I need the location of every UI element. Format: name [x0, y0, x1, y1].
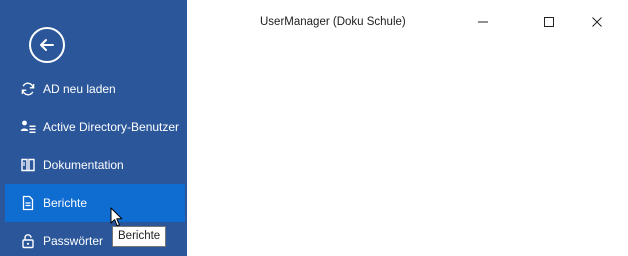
- main-content: [187, 44, 628, 256]
- maximize-button[interactable]: [534, 8, 564, 36]
- nav-item-documentation[interactable]: Dokumentation: [5, 146, 185, 184]
- nav-item-active-directory-users[interactable]: Active Directory-Benutzer: [5, 108, 185, 146]
- maximize-icon: [544, 17, 554, 27]
- title-bar: UserManager (Doku Schule): [187, 0, 628, 44]
- close-button[interactable]: [582, 8, 612, 36]
- back-button[interactable]: [29, 27, 65, 63]
- window-title: UserManager (Doku Schule): [260, 16, 406, 28]
- sidebar: AD neu laden Active Directory-Benutzer D…: [0, 0, 187, 256]
- nav-item-label: Active Directory-Benutzer: [43, 120, 180, 134]
- lock-icon: [19, 232, 37, 250]
- mouse-cursor-icon: [110, 207, 123, 227]
- minimize-button[interactable]: [468, 8, 498, 36]
- close-icon: [592, 17, 602, 27]
- nav-item-label: AD neu laden: [43, 82, 116, 96]
- tooltip: Berichte: [112, 226, 167, 247]
- refresh-icon: [19, 80, 37, 98]
- back-arrow-icon: [40, 39, 54, 51]
- usermanager-window: AD neu laden Active Directory-Benutzer D…: [0, 0, 628, 256]
- nav-item-reports[interactable]: Berichte: [5, 184, 185, 222]
- nav-item-label: Dokumentation: [43, 158, 124, 172]
- document-icon: [19, 194, 37, 212]
- book-icon: [19, 156, 37, 174]
- nav-item-ad-reload[interactable]: AD neu laden: [5, 70, 185, 108]
- nav-item-label: Berichte: [43, 196, 88, 210]
- nav-item-label: Passwörter: [43, 234, 104, 248]
- users-icon: [19, 118, 37, 136]
- minimize-icon: [478, 21, 488, 23]
